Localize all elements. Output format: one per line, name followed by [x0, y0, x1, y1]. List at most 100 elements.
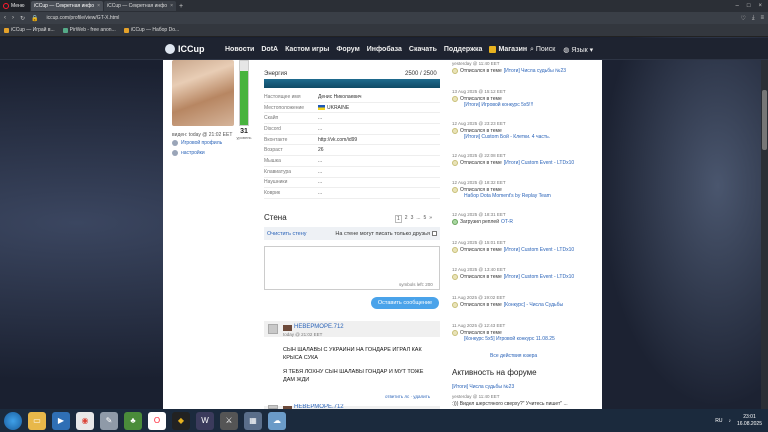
opera-menu-button[interactable]: Меню: [0, 0, 30, 12]
page-link[interactable]: 5: [424, 215, 427, 223]
menu-support[interactable]: Поддержка: [444, 46, 483, 53]
event-link[interactable]: [Итоги] Custom Event - LTDx10: [504, 247, 574, 253]
comment-avatar[interactable]: [268, 324, 278, 334]
info-value[interactable]: http://vk.com/id99: [318, 137, 357, 143]
bookmark-item[interactable]: iCCup — Набор Do...: [123, 27, 179, 33]
friends-only-checkbox[interactable]: [432, 231, 437, 236]
menu-shop[interactable]: Магазин: [489, 46, 527, 53]
event-date: 13 Aug 2025 @ 15:12 EET: [452, 89, 506, 94]
event-link[interactable]: [Итоги] Custom Event - LTDx10: [504, 274, 574, 280]
comment-author[interactable]: НЕВЕРМОРЕ.712: [294, 324, 344, 330]
comment-actions[interactable]: ответить лс · удалить: [385, 394, 430, 399]
page-link[interactable]: 2: [405, 215, 408, 223]
language-label: Язык: [571, 47, 588, 54]
warcraft-icon[interactable]: W: [196, 411, 214, 430]
info-key: Мышка: [264, 157, 281, 164]
lang-indicator[interactable]: RU: [715, 418, 722, 424]
chrome-icon[interactable]: ◉: [76, 411, 94, 430]
event-date: 12 Aug 2025 @ 22:08 EET: [452, 153, 506, 158]
friends-only-toggle[interactable]: На стене могут писать только друзья: [335, 231, 437, 237]
topic-icon: [452, 330, 458, 336]
close-tab-icon[interactable]: ×: [170, 3, 173, 9]
logo-text: ICCup: [178, 44, 205, 54]
menu-download[interactable]: Скачать: [409, 46, 437, 53]
event-link[interactable]: [Итоги] Custom Event - LTDx10: [504, 160, 574, 166]
event-date: 11 Aug 2025 @ 19:02 EET: [452, 295, 506, 300]
bookmark-item[interactable]: PirWeb - free anon...: [62, 27, 116, 33]
event-link[interactable]: [Итоги] Custom Бой - Клетки. 4 часть.: [452, 134, 592, 140]
topic-icon: [452, 128, 458, 134]
start-button[interactable]: [4, 411, 22, 430]
forum-topic-link[interactable]: [Итоги] Числа судьбы №23: [452, 384, 514, 390]
info-row: Мышка...: [264, 156, 440, 167]
event-line: Отписался в теме [Итоги] Custom Event - L…: [452, 160, 592, 166]
menu-news[interactable]: Новости: [225, 46, 254, 53]
search-button[interactable]: ⌕ Поиск: [530, 46, 555, 54]
media-player-icon[interactable]: ▶: [52, 411, 70, 430]
opera-icon[interactable]: O: [148, 411, 166, 430]
next-page-link[interactable]: »: [429, 215, 432, 223]
main-menu: Новости DotA Кастом игры Форум Инфобаза …: [225, 46, 527, 53]
windows-taskbar: ▭ ▶ ◉ ✎ ♣ O ◆ W ⚔ ▦ ☁ RU ♪ 23:01 16.08.2…: [0, 409, 768, 432]
menu-forum[interactable]: Форум: [336, 46, 359, 53]
bookmark-item[interactable]: iCCup — Играй в...: [4, 27, 55, 33]
iccup-logo-icon: [165, 44, 175, 54]
info-row: Местоположение UKRAINE: [264, 103, 440, 114]
close-window-icon[interactable]: ×: [758, 3, 762, 9]
event-link[interactable]: [Конкурс] - Числа Судьбы: [504, 302, 563, 308]
settings-icon[interactable]: ≡: [760, 15, 764, 22]
maximize-icon[interactable]: □: [747, 3, 751, 9]
event-link[interactable]: [Итоги] Игровой конкурс 5x5!!!: [452, 102, 592, 108]
app-icon[interactable]: ♣: [124, 411, 142, 430]
site-logo[interactable]: ICCup: [165, 44, 205, 54]
menu-dota[interactable]: DotA: [261, 46, 278, 53]
page-link[interactable]: 1: [395, 215, 402, 223]
all-activity-link[interactable]: Все действия юзера: [490, 353, 537, 359]
event-action: Отписался в теме: [460, 274, 502, 280]
clock[interactable]: 23:01 16.08.2025: [737, 414, 762, 428]
app4-icon[interactable]: ☁: [268, 411, 286, 430]
close-tab-icon[interactable]: ×: [97, 3, 100, 9]
forward-icon[interactable]: ›: [12, 15, 14, 22]
scrollbar-thumb[interactable]: [762, 90, 767, 150]
game-profile-link[interactable]: Игровой профиль: [172, 140, 222, 146]
url-field[interactable]: iccup.com/profile/view/GT-X.html: [47, 15, 741, 21]
app2-icon[interactable]: ⚔: [220, 411, 238, 430]
tool-icon[interactable]: ✎: [100, 411, 118, 430]
level-label: уровень: [236, 135, 252, 140]
event-link[interactable]: OT-R: [501, 219, 513, 225]
browser-tab-2[interactable]: iCCup — Секретная инфо ×: [104, 1, 176, 11]
event-link[interactable]: [Конкурс 5x5] Игровой конкурс 11.08.25: [452, 336, 592, 342]
volume-icon[interactable]: ♪: [728, 418, 731, 424]
minimize-icon[interactable]: –: [736, 3, 739, 9]
settings-link[interactable]: настройки: [172, 150, 205, 156]
info-row: Наушники...: [264, 178, 440, 189]
post-message-button[interactable]: Оставить сообщение: [371, 297, 439, 309]
event-link[interactable]: [Итоги] Числа судьбы №23: [504, 68, 566, 74]
new-tab-button[interactable]: +: [176, 3, 186, 10]
bookmark-label: iCCup — Играй в...: [11, 27, 55, 33]
page-link[interactable]: 3: [411, 215, 414, 223]
download-icon[interactable]: ⤓: [752, 15, 755, 22]
wall-title: Стена: [264, 213, 287, 222]
game-icon[interactable]: ◆: [172, 411, 190, 430]
language-button[interactable]: ◍ Язык ▾: [563, 46, 593, 54]
info-row: Discord...: [264, 124, 440, 135]
info-value: ...: [318, 190, 323, 197]
event-date: 12 Aug 2025 @ 15:01 EET: [452, 240, 506, 245]
info-value: ...: [318, 115, 323, 122]
menu-infobase[interactable]: Инфобаза: [367, 46, 402, 53]
page-scrollbar[interactable]: [761, 60, 768, 409]
app3-icon[interactable]: ▦: [244, 411, 262, 430]
menu-custom-games[interactable]: Кастом игры: [285, 46, 329, 53]
event-link[interactable]: Набор Dota Moment's by Replay Team: [452, 193, 592, 199]
file-explorer-icon[interactable]: ▭: [28, 411, 46, 430]
replay-icon: [452, 219, 458, 225]
activity-event: 12 Aug 2025 @ 18:31 EET Загрузил реплей O…: [452, 212, 592, 225]
event-action: Отписался в теме: [460, 68, 502, 74]
reload-icon[interactable]: ↻: [20, 15, 25, 22]
browser-tab-1[interactable]: iCCup — Секретная инфо ×: [31, 1, 103, 11]
bookmark-icon[interactable]: ♡: [740, 15, 745, 22]
clear-wall-link[interactable]: Очистить стену: [267, 231, 307, 237]
back-icon[interactable]: ‹: [4, 15, 6, 22]
